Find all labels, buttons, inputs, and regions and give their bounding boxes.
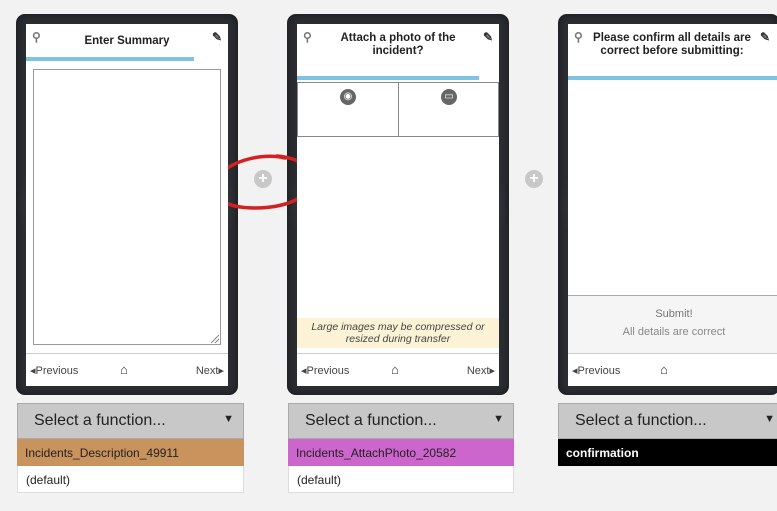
chevron-down-icon: ▼ xyxy=(764,413,775,425)
function-tag-3[interactable]: confirmation xyxy=(558,439,777,466)
choose-file-option[interactable]: ▭ xyxy=(398,83,499,136)
phone-frame-2: ⚲ Attach a photo of the incident? ✎ ◉ ▭ … xyxy=(287,14,509,395)
submit-area: Submit! All details are correct xyxy=(568,295,777,354)
previous-link[interactable]: ◂Previous xyxy=(30,364,78,377)
next-link[interactable]: Next▸ xyxy=(467,364,495,377)
function-select-1[interactable]: Select a function... ▼ xyxy=(17,403,244,439)
summary-textarea[interactable] xyxy=(33,69,221,345)
select-label: Select a function... xyxy=(34,412,166,429)
select-label: Select a function... xyxy=(305,412,437,429)
take-photo-option[interactable]: ◉ xyxy=(298,83,398,136)
add-step-button-2[interactable]: + xyxy=(525,170,543,188)
drag-icon[interactable]: ⚲ xyxy=(32,30,41,44)
size-notice: Large images may be compressed or resize… xyxy=(297,318,499,348)
submit-button[interactable]: Submit! xyxy=(568,308,777,320)
function-tag-2[interactable]: Incidents_AttachPhoto_20582 xyxy=(288,439,514,466)
screen-enter-summary: ⚲ Enter Summary ✎ ◂Previous ⌂ Next▸ xyxy=(26,24,228,386)
screen-header: ⚲ Enter Summary ✎ xyxy=(26,24,228,69)
chevron-down-icon: ▼ xyxy=(493,413,504,425)
camera-icon[interactable]: ◉ xyxy=(340,89,356,105)
previous-link[interactable]: ◂Previous xyxy=(301,364,349,377)
phone-frame-3: ⚲ Please confirm all details are correct… xyxy=(558,14,777,395)
chevron-down-icon: ▼ xyxy=(223,413,234,425)
drag-icon[interactable]: ⚲ xyxy=(574,30,583,44)
progress-bar xyxy=(26,57,194,61)
photo-options: ◉ ▭ xyxy=(297,82,499,137)
drag-icon[interactable]: ⚲ xyxy=(303,30,312,44)
select-label: Select a function... xyxy=(575,412,707,429)
home-icon[interactable]: ⌂ xyxy=(391,362,399,377)
default-option-2[interactable]: (default) xyxy=(288,466,514,493)
add-step-button-1[interactable]: + xyxy=(254,170,272,188)
home-icon[interactable]: ⌂ xyxy=(120,362,128,377)
previous-link[interactable]: ◂Previous xyxy=(572,364,620,377)
screen-nav: ◂Previous ⌂ xyxy=(568,353,777,386)
screen-title: Please confirm all details are correct b… xyxy=(593,32,751,57)
function-select-3[interactable]: Select a function... ▼ xyxy=(558,403,777,439)
screen-nav: ◂Previous ⌂ Next▸ xyxy=(26,353,228,386)
resize-grip[interactable] xyxy=(211,335,219,343)
progress-bar xyxy=(568,76,777,80)
screen-confirmation: ⚲ Please confirm all details are correct… xyxy=(568,24,777,386)
submit-subtitle: All details are correct xyxy=(622,326,726,338)
function-select-2[interactable]: Select a function... ▼ xyxy=(288,403,514,439)
function-tag-1[interactable]: Incidents_Description_49911 xyxy=(17,439,244,466)
plug-icon[interactable]: ✎ xyxy=(212,30,222,44)
next-link[interactable]: Next▸ xyxy=(196,364,224,377)
plug-icon[interactable]: ✎ xyxy=(760,30,770,44)
screen-nav: ◂Previous ⌂ Next▸ xyxy=(297,353,499,386)
screen-header: ⚲ Attach a photo of the incident? ✎ xyxy=(297,24,499,69)
progress-bar xyxy=(297,76,479,80)
phone-frame-1: ⚲ Enter Summary ✎ ◂Previous ⌂ Next▸ xyxy=(16,14,238,395)
screen-title: Attach a photo of the incident? xyxy=(340,32,456,57)
screen-attach-photo: ⚲ Attach a photo of the incident? ✎ ◉ ▭ … xyxy=(297,24,499,386)
screen-title: Enter Summary xyxy=(84,35,170,47)
folder-icon[interactable]: ▭ xyxy=(441,89,457,105)
screen-header: ⚲ Please confirm all details are correct… xyxy=(568,24,777,69)
default-option-1[interactable]: (default) xyxy=(17,466,244,493)
plug-icon[interactable]: ✎ xyxy=(483,30,493,44)
home-icon[interactable]: ⌂ xyxy=(660,362,668,377)
